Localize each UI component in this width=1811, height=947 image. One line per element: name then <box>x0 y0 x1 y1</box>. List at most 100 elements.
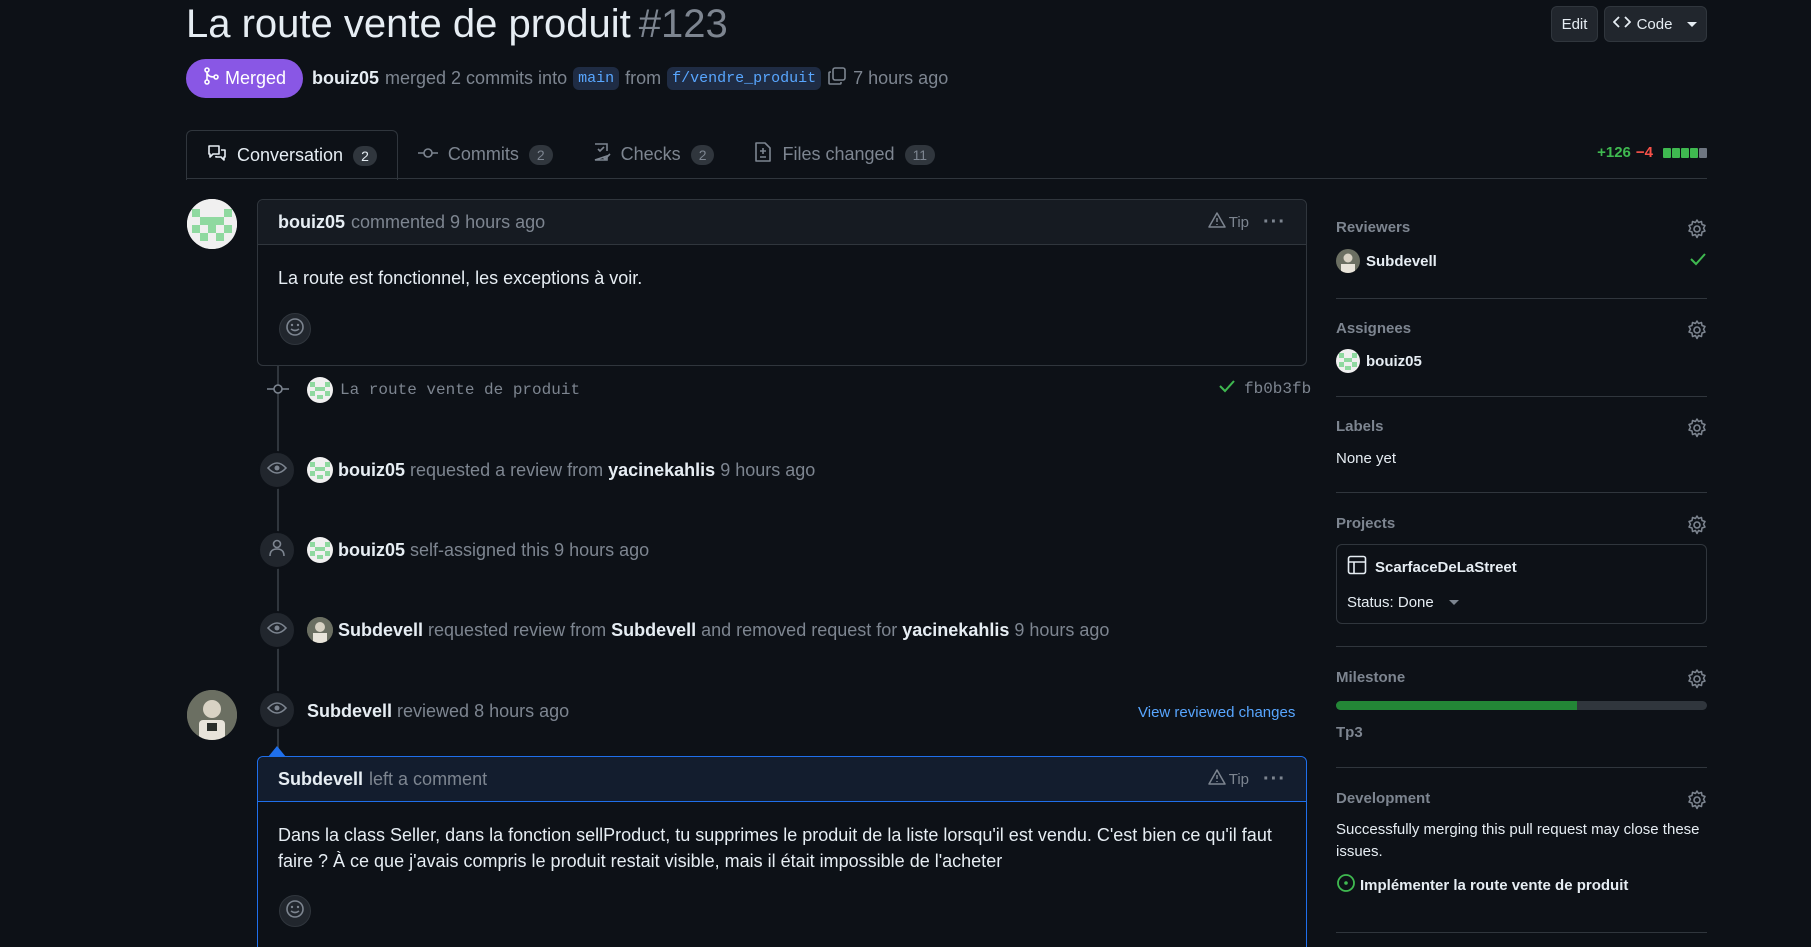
review-actor[interactable]: Subdevell <box>307 701 392 722</box>
pull-request-page: La route vente de produit #123 Edit Code … <box>0 0 1811 947</box>
sidebar-development: Development Successfully merging this pu… <box>1336 790 1707 910</box>
event-text: self-assigned this 9 hours ago <box>410 539 650 560</box>
project-card: ScarfaceDeLaStreet Status: Done <box>1336 544 1707 624</box>
avatar[interactable] <box>187 199 237 249</box>
event-badge <box>258 691 296 729</box>
tab-count: 2 <box>690 144 715 165</box>
tab-count: 2 <box>353 145 377 166</box>
merge-time: 7 hours ago <box>853 68 949 88</box>
avatar[interactable] <box>187 690 237 740</box>
merged-text: merged 2 commits into <box>385 68 568 88</box>
project-row[interactable]: ScarfaceDeLaStreet <box>1347 555 1696 580</box>
project-name: ScarfaceDeLaStreet <box>1375 559 1517 576</box>
comment-author[interactable]: bouiz05 <box>278 212 345 233</box>
event-text-2: and removed request for <box>701 619 898 640</box>
commit-message[interactable]: La route vente de produit <box>340 381 580 399</box>
event-actor[interactable]: bouiz05 <box>338 460 405 481</box>
sidebar-heading[interactable]: Development <box>1336 790 1707 807</box>
git-merge-icon <box>203 67 219 90</box>
triangle-down-icon <box>1678 16 1698 33</box>
event-badge <box>258 451 296 489</box>
review-event: Subdevell reviewed 8 hours ago <box>307 701 569 722</box>
comment-action: left a comment <box>369 768 488 789</box>
sidebar-heading[interactable]: Labels <box>1336 418 1707 435</box>
tab-label: Conversation <box>237 145 344 165</box>
avatar[interactable] <box>307 617 333 643</box>
labels-value: None yet <box>1336 450 1397 467</box>
avatar <box>1336 249 1360 273</box>
comment-author[interactable]: Subdevell <box>278 769 363 790</box>
comment-header: bouiz05 commented 9 hours ago Tip ··· <box>258 200 1306 245</box>
sidebar-milestone: Milestone Tp3 <box>1336 669 1707 749</box>
check-icon <box>1689 252 1707 271</box>
avatar[interactable] <box>307 537 333 563</box>
add-reaction-button[interactable] <box>279 313 311 345</box>
gear-icon[interactable] <box>1687 515 1707 540</box>
checklist-icon <box>593 142 611 167</box>
tab-conversation[interactable]: Conversation 2 <box>186 130 398 180</box>
event-actor[interactable]: Subdevell <box>338 620 423 641</box>
sidebar-heading[interactable]: Milestone <box>1336 669 1707 686</box>
head-branch[interactable]: f/vendre_produit <box>667 67 822 90</box>
alert-icon <box>1207 769 1226 789</box>
event-target[interactable]: yacinekahlis <box>608 460 715 481</box>
review-text: reviewed 8 hours ago <box>397 701 570 721</box>
sidebar-reviewers: Reviewers Subdevell <box>1336 219 1707 299</box>
avatar[interactable] <box>307 377 333 403</box>
event-badge <box>258 611 296 649</box>
tip-label: Tip <box>1228 213 1250 231</box>
merge-meta: bouiz05 merged 2 commits into main from … <box>312 66 948 91</box>
view-reviewed-changes-link[interactable]: View reviewed changes <box>1138 704 1295 721</box>
additions-count: +126 <box>1597 144 1631 161</box>
comment-discussion-icon <box>207 144 227 167</box>
copy-icon[interactable] <box>827 66 847 91</box>
reviewer-name: Subdevell <box>1366 252 1437 270</box>
diffstat: +126 −4 <box>1597 144 1707 161</box>
code-button[interactable]: Code <box>1604 6 1707 42</box>
eye-icon <box>266 701 288 720</box>
avatar[interactable] <box>307 457 333 483</box>
base-branch[interactable]: main <box>573 67 620 90</box>
comment-card: bouiz05 commented 9 hours ago Tip ··· La… <box>257 199 1307 366</box>
comment-action: commented 9 hours ago <box>351 211 546 232</box>
event-target[interactable]: Subdevell <box>611 620 696 641</box>
merged-label: Merged <box>224 68 287 88</box>
check-icon[interactable] <box>1218 379 1236 398</box>
gear-icon[interactable] <box>1687 669 1707 694</box>
gear-icon[interactable] <box>1687 790 1707 815</box>
milestone-name[interactable]: Tp3 <box>1336 724 1707 741</box>
edit-button[interactable]: Edit <box>1551 6 1598 42</box>
project-status-dropdown[interactable]: Status: Done <box>1347 594 1696 611</box>
gear-icon[interactable] <box>1687 418 1707 443</box>
event-actor[interactable]: bouiz05 <box>338 540 405 561</box>
sidebar-heading[interactable]: Projects <box>1336 515 1707 532</box>
kebab-horizontal-icon[interactable]: ··· <box>1263 768 1286 791</box>
event-text: requested review from <box>428 619 607 640</box>
gear-icon[interactable] <box>1687 320 1707 345</box>
event-time: 9 hours ago <box>720 459 816 480</box>
divider <box>1336 492 1707 493</box>
tab-files-changed[interactable]: Files changed 11 <box>734 130 955 179</box>
divider <box>1336 298 1707 299</box>
tip-button[interactable]: Tip <box>1207 212 1250 232</box>
tab-label: Commits <box>447 144 519 164</box>
edit-label: Edit <box>1561 15 1588 33</box>
event-text: requested a review from <box>410 459 604 480</box>
author-link[interactable]: bouiz05 <box>312 68 379 89</box>
sidebar-heading[interactable]: Reviewers <box>1336 219 1707 236</box>
event-target-2[interactable]: yacinekahlis <box>902 620 1009 641</box>
project-status: Status: Done <box>1347 594 1434 611</box>
person-icon <box>269 539 285 562</box>
kebab-horizontal-icon[interactable]: ··· <box>1263 211 1286 234</box>
sidebar-heading[interactable]: Assignees <box>1336 320 1707 337</box>
comment-body: Dans la class Seller, dans la fonction s… <box>278 825 1272 871</box>
commit-sha[interactable]: fb0b3fb <box>1244 380 1311 398</box>
tab-commits[interactable]: Commits 2 <box>398 130 573 179</box>
tip-button[interactable]: Tip <box>1207 769 1249 789</box>
linked-issue[interactable]: Implémenter la route vente de produit <box>1336 873 1707 898</box>
assignee-row[interactable]: bouiz05 <box>1336 349 1707 373</box>
reviewer-row[interactable]: Subdevell <box>1336 249 1707 273</box>
tab-checks[interactable]: Checks 2 <box>573 130 735 179</box>
add-reaction-button[interactable] <box>279 895 311 927</box>
gear-icon[interactable] <box>1687 219 1707 244</box>
